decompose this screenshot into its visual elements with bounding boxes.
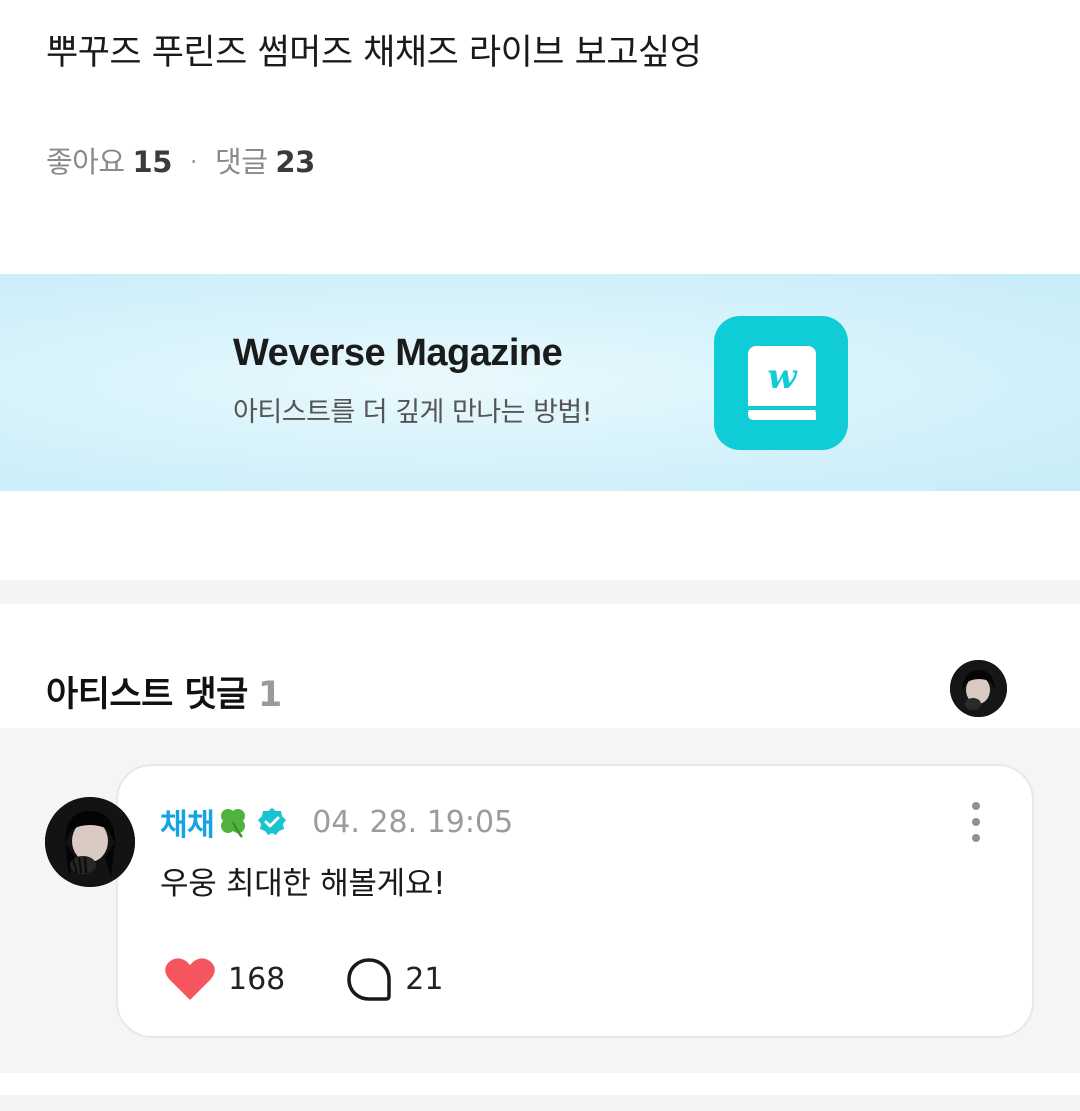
reply-button[interactable]: 21	[345, 956, 443, 1002]
comment-bubble-icon	[347, 958, 392, 1001]
artist-comments-label: 아티스트 댓글	[46, 675, 248, 715]
comments-count: 23	[275, 145, 315, 179]
comments-label: 댓글	[215, 145, 268, 179]
verified-badge-icon	[256, 806, 288, 838]
like-button[interactable]: 168	[164, 956, 285, 1002]
comment-date: 04. 28. 19:05	[312, 804, 514, 840]
weverse-magazine-banner[interactable]: Weverse Magazine 아티스트를 더 깊게 만나는 방법! w	[0, 274, 1080, 491]
weverse-magazine-app-icon: w	[714, 316, 848, 450]
likes-count: 15	[132, 145, 173, 179]
comment-author-name[interactable]: 채채	[160, 800, 215, 844]
comment-author-row: 채채 04. 28. 19:05	[160, 800, 513, 844]
artist-comments-count: 1	[257, 675, 282, 715]
artist-avatar[interactable]	[950, 660, 1007, 717]
clover-icon	[216, 805, 250, 839]
svg-text:w: w	[767, 357, 798, 397]
comment-actions: 168 21	[164, 956, 443, 1002]
likes-label: 좋아요	[46, 145, 125, 179]
stats-separator: ·	[189, 148, 198, 176]
section-divider	[0, 580, 1080, 604]
banner-subtitle: 아티스트를 더 깊게 만나는 방법!	[233, 397, 593, 428]
comment-card: 채채 04. 28. 19:05 우웅 최대한 해볼게요! 168 21	[116, 764, 1034, 1038]
banner-title: Weverse Magazine	[233, 332, 563, 374]
post-detail-page: 뿌꾸즈 푸린즈 썸머즈 채채즈 라이브 보고싶엉 좋아요 15 · 댓글 23 …	[0, 0, 1080, 1111]
reply-count: 21	[405, 961, 444, 997]
more-dot	[972, 834, 980, 842]
comment-text: 우웅 최대한 해볼게요!	[160, 866, 446, 902]
post-stats: 좋아요 15 · 댓글 23	[46, 142, 315, 182]
artist-comments-header: 아티스트 댓글 1	[46, 666, 282, 717]
comment-author-avatar[interactable]	[45, 797, 135, 887]
more-dot	[972, 802, 980, 810]
more-dot	[972, 818, 980, 826]
section-divider-bottom	[0, 1095, 1080, 1111]
post-title: 뿌꾸즈 푸린즈 썸머즈 채채즈 라이브 보고싶엉	[46, 33, 702, 73]
more-options-button[interactable]	[964, 802, 988, 842]
like-count: 168	[228, 961, 286, 997]
heart-icon	[165, 958, 215, 1000]
